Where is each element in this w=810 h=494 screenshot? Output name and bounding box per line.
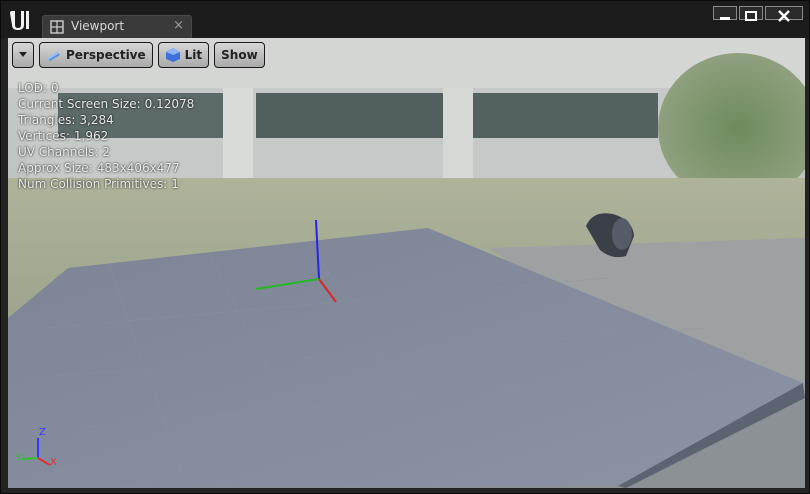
lit-label: Lit [184, 48, 203, 62]
maximize-button[interactable] [739, 6, 763, 21]
camera-icon [47, 52, 60, 61]
stat-lod: LOD: 0 [18, 81, 59, 95]
viewport-options-button[interactable] [12, 42, 34, 68]
show-button[interactable]: Show [214, 42, 265, 68]
close-button[interactable] [765, 6, 803, 22]
lit-button[interactable]: Lit [157, 42, 210, 68]
viewport-canvas[interactable]: Z Y X Perspective Lit Show LOD: 0 Current… [8, 38, 805, 488]
chevron-down-icon [19, 52, 27, 57]
show-label: Show [221, 48, 258, 62]
minimize-button[interactable] [713, 6, 737, 20]
viewport-toolbar: Perspective Lit Show [12, 42, 265, 68]
stat-triangles: Triangles: 3,284 [18, 113, 114, 127]
stat-uv-channels: UV Channels: 2 [18, 145, 111, 159]
window-controls [713, 6, 803, 22]
close-icon [778, 10, 790, 22]
axis-label-z: Z [39, 427, 46, 438]
unreal-logo-icon [10, 11, 29, 30]
mesh-stats-overlay: LOD: 0 Current Screen Size: 0.12078 Triang… [18, 80, 194, 192]
tab-label: Viewport [71, 19, 125, 33]
minimize-icon [720, 17, 730, 20]
stat-approx-size: Approx Size: 483x406x477 [18, 161, 180, 175]
tab-viewport[interactable]: Viewport × [42, 15, 192, 38]
tab-close-icon[interactable]: × [173, 18, 184, 33]
axis-label-x: X [50, 457, 57, 468]
title-bar: Viewport × [1, 1, 809, 38]
viewport-window: Viewport × Z Y X Perspective Lit Show LO… [0, 0, 810, 494]
axis-label-y: Y [16, 453, 23, 464]
perspective-button[interactable]: Perspective [39, 42, 153, 68]
viewport-icon [50, 20, 64, 34]
lit-mode-icon [165, 48, 180, 62]
stat-vertices: Vertices: 1,962 [18, 129, 109, 143]
maximize-icon [745, 11, 757, 21]
perspective-label: Perspective [66, 48, 146, 62]
stat-screen-size: Current Screen Size: 0.12078 [18, 97, 195, 111]
stat-collision-primitives: Num Collision Primitives: 1 [18, 177, 179, 191]
